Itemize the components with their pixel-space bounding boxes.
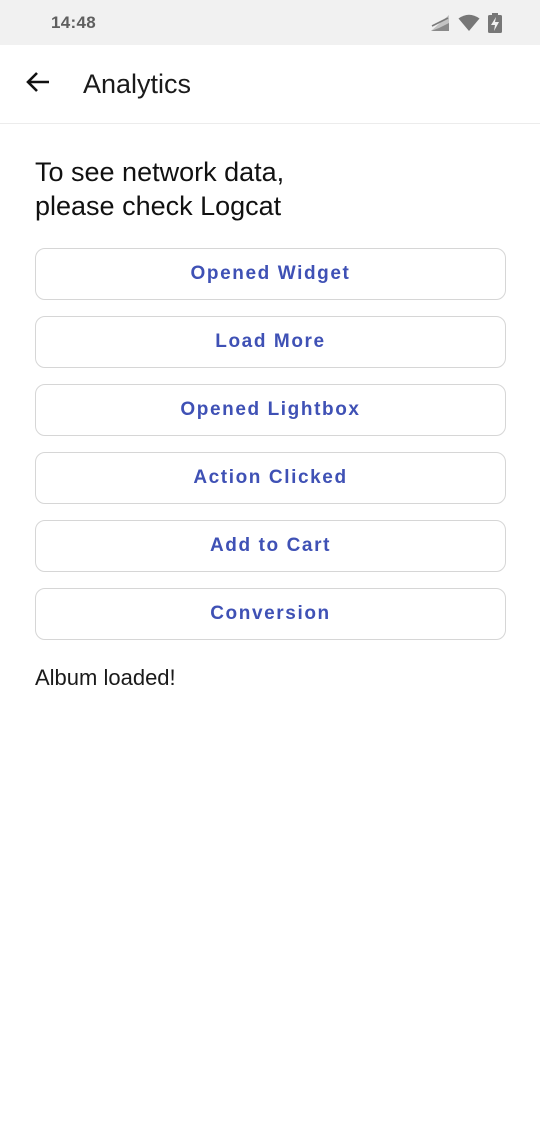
button-list: Opened Widget Load More Opened Lightbox … (35, 248, 506, 640)
status-icons (430, 13, 502, 33)
arrow-left-icon (25, 70, 51, 99)
signal-icon (430, 14, 450, 32)
status-message: Album loaded! (35, 665, 176, 690)
opened-widget-button[interactable]: Opened Widget (35, 248, 506, 300)
battery-charging-icon (488, 13, 502, 33)
status-bar: 14:48 (0, 0, 540, 45)
wifi-icon (458, 14, 480, 32)
status-time: 14:48 (51, 13, 96, 32)
action-clicked-button[interactable]: Action Clicked (35, 452, 506, 504)
conversion-button[interactable]: Conversion (35, 588, 506, 640)
page-title: Analytics (83, 69, 192, 99)
main-content: To see network data, please check Logcat… (35, 155, 506, 692)
app-bar: Analytics (0, 45, 540, 124)
load-more-button[interactable]: Load More (35, 316, 506, 368)
opened-lightbox-button[interactable]: Opened Lightbox (35, 384, 506, 436)
add-to-cart-button[interactable]: Add to Cart (35, 520, 506, 572)
instructions-heading: To see network data, please check Logcat (35, 157, 285, 221)
back-button[interactable] (20, 66, 56, 102)
